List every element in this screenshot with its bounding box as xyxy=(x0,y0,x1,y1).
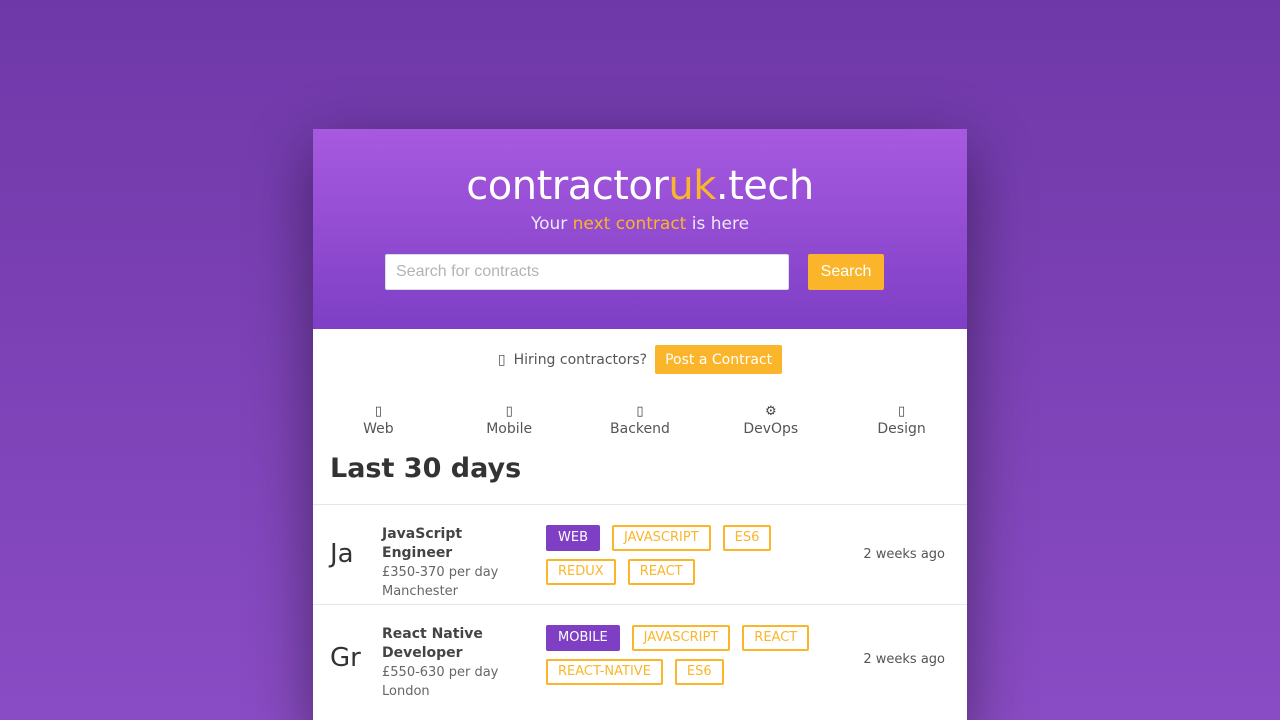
category-label: Mobile xyxy=(486,421,533,437)
tag-es6[interactable]: ES6 xyxy=(722,525,772,551)
job-location: London xyxy=(382,684,430,699)
megaphone-icon: ▯ xyxy=(497,351,506,368)
search-input[interactable] xyxy=(385,254,789,290)
job-rate: £550-630 per day xyxy=(382,665,499,680)
mobile-icon: ▯ xyxy=(505,404,513,419)
tag-react[interactable]: REACT xyxy=(742,625,810,651)
post-contract-button[interactable]: Post a Contract xyxy=(655,345,783,374)
job-info: React Native Developer £550-630 per day … xyxy=(382,625,532,701)
logo-accent: uk xyxy=(668,163,716,209)
category-web[interactable]: ▯ Web xyxy=(313,403,444,437)
section-title: Last 30 days xyxy=(330,453,522,484)
tag-javascript[interactable]: JAVASCRIPT xyxy=(612,525,711,551)
category-design[interactable]: ▯ Design xyxy=(836,403,967,437)
job-tags: MOBILE JAVASCRIPT REACT REACT-NATIVE ES6 xyxy=(546,625,836,685)
posted-time: 2 weeks ago xyxy=(863,652,945,667)
job-list: Ja JavaScript Engineer £350-370 per day … xyxy=(313,504,967,714)
hiring-banner: ▯ Hiring contractors? Post a Contract xyxy=(313,345,967,374)
tag-redux[interactable]: REDUX xyxy=(546,559,616,585)
logo-text: contractor xyxy=(466,163,669,209)
tagline-suffix: is here xyxy=(686,214,750,234)
category-label: Web xyxy=(363,421,394,437)
category-label: Backend xyxy=(610,421,670,437)
palette-icon: ▯ xyxy=(898,404,906,419)
category-mobile[interactable]: ▯ Mobile xyxy=(444,403,575,437)
category-label: DevOps xyxy=(743,421,799,437)
job-row[interactable]: Gr React Native Developer £550-630 per d… xyxy=(313,604,967,714)
tag-mobile[interactable]: MOBILE xyxy=(546,625,620,651)
company-initials: Ja xyxy=(330,539,354,569)
job-tags: WEB JAVASCRIPT ES6 REDUX REACT xyxy=(546,525,836,585)
hero-header: contractoruk.tech Your next contract is … xyxy=(313,129,967,329)
tagline-accent: next contract xyxy=(572,214,687,234)
tag-web[interactable]: WEB xyxy=(546,525,600,551)
category-nav: ▯ Web ▯ Mobile ▯ Backend ⚙ DevOps ▯ Design xyxy=(313,403,967,437)
globe-icon: ▯ xyxy=(374,404,382,419)
logo-suffix: .tech xyxy=(715,163,814,209)
search-button[interactable]: Search xyxy=(808,254,884,290)
tagline: Your next contract is here xyxy=(313,214,967,234)
tag-react-native[interactable]: REACT-NATIVE xyxy=(546,659,663,685)
tag-javascript[interactable]: JAVASCRIPT xyxy=(631,625,731,651)
server-icon: ▯ xyxy=(636,404,644,419)
gear-icon: ⚙ xyxy=(764,404,777,419)
job-row[interactable]: Ja JavaScript Engineer £350-370 per day … xyxy=(313,504,967,604)
tag-react[interactable]: REACT xyxy=(627,559,695,585)
job-location: Manchester xyxy=(382,584,459,599)
job-info: JavaScript Engineer £350-370 per day Man… xyxy=(382,525,532,601)
category-devops[interactable]: ⚙ DevOps xyxy=(705,403,836,437)
tagline-text: Your xyxy=(530,214,573,234)
category-backend[interactable]: ▯ Backend xyxy=(575,403,706,437)
company-initials: Gr xyxy=(330,643,361,673)
category-label: Design xyxy=(877,421,926,437)
posted-time: 2 weeks ago xyxy=(863,547,945,562)
job-title[interactable]: JavaScript Engineer xyxy=(382,525,532,563)
tag-es6[interactable]: ES6 xyxy=(674,659,724,685)
job-title[interactable]: React Native Developer xyxy=(382,625,532,663)
main-card: contractoruk.tech Your next contract is … xyxy=(313,129,967,720)
job-rate: £350-370 per day xyxy=(382,565,499,580)
hiring-text: Hiring contractors? xyxy=(513,351,648,368)
site-logo[interactable]: contractoruk.tech xyxy=(313,163,967,209)
